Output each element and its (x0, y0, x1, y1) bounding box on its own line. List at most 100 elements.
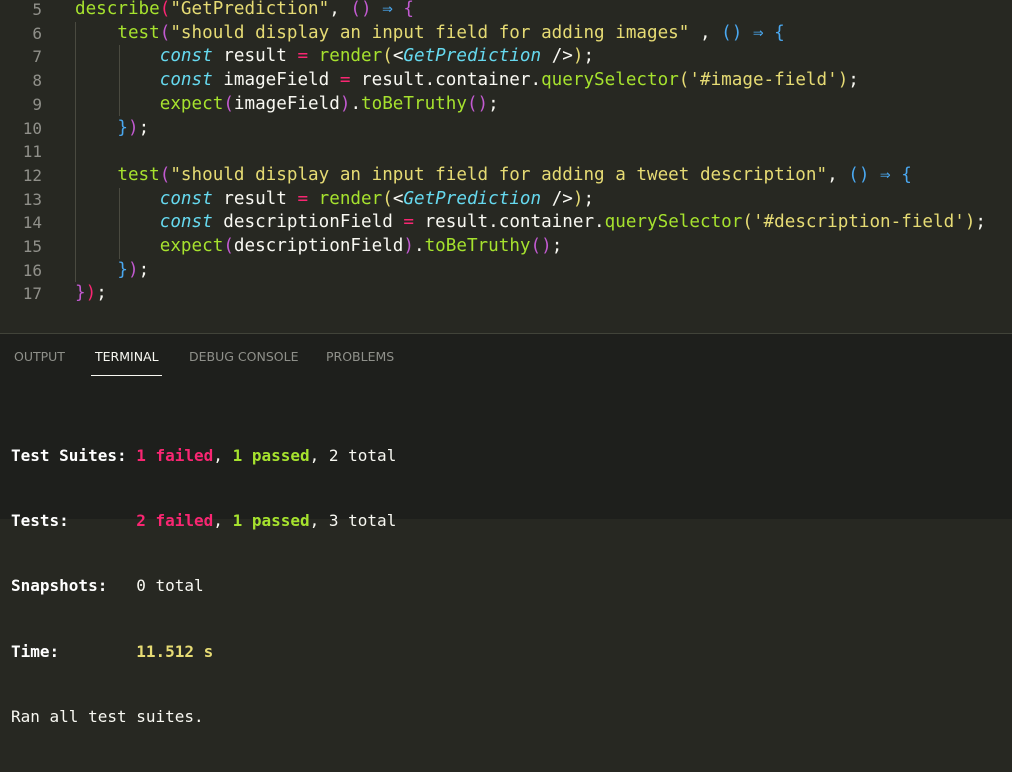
code-token: const (159, 188, 213, 209)
code-token: ) (964, 212, 976, 233)
code-token: ) (127, 117, 139, 138)
code-token: ) (572, 188, 584, 209)
code-line[interactable]: 10 }); (0, 117, 1012, 141)
code-token: , (329, 0, 351, 19)
line-number: 11 (22, 142, 42, 162)
code-line[interactable]: 8 const imageField = result.container.qu… (0, 69, 1012, 93)
code-token: ) (403, 236, 414, 256)
code-token: . (350, 93, 362, 114)
code-line[interactable]: 15 expect(descriptionField).toBeTruthy()… (0, 235, 1012, 259)
terminal-line-tests: Tests: 2 failed, 1 passed, 3 total (11, 510, 396, 532)
code-line[interactable]: 13 const result = render(<GetPrediction … (0, 188, 1012, 212)
code-token: imageField (233, 93, 340, 114)
tab-output[interactable]: OUTPUT (14, 349, 65, 364)
code-content: expect(imageField).toBeTruthy(); (75, 93, 499, 117)
code-line[interactable]: 16 }); (0, 259, 1012, 283)
code-token: "should display an input field for addin… (170, 22, 690, 43)
code-token: ; (975, 212, 986, 233)
code-token: const (159, 212, 213, 233)
code-token: '#image-field' (689, 70, 838, 91)
code-line[interactable]: 7 const result = render(<GetPrediction /… (0, 45, 1012, 69)
code-token: result (212, 46, 298, 67)
code-token: ; (583, 188, 595, 209)
code-token: /> (541, 46, 573, 67)
snapshots-label: Snapshots: (11, 576, 108, 596)
snapshots-total: 0 total (136, 576, 204, 596)
code-content: const result = render(<GetPrediction />)… (75, 45, 594, 69)
code-token: descriptionField (233, 236, 404, 256)
code-line[interactable]: 17}); (0, 282, 1012, 306)
panel-tabs: OUTPUT TERMINAL DEBUG CONSOLE PROBLEMS (0, 334, 1012, 378)
code-token: ; (96, 283, 107, 304)
separator: , (213, 510, 233, 530)
code-content: }); (75, 282, 107, 306)
code-token: ⇒ (752, 22, 764, 43)
code-token: ) (85, 283, 97, 304)
tests-label: Tests: (11, 510, 69, 530)
code-token: < (392, 46, 404, 67)
code-token: } (75, 283, 86, 304)
terminal-line-ran: Ran all test suites. (11, 706, 396, 728)
code-token: = (403, 212, 414, 233)
code-token: } (117, 259, 128, 280)
code-content: }); (75, 259, 149, 283)
code-token: '#description-field' (752, 212, 965, 233)
tab-problems[interactable]: PROBLEMS (326, 349, 394, 364)
code-token: . (413, 236, 425, 256)
terminal-output[interactable]: Test Suites: 1 failed, 1 passed, 2 total… (11, 401, 396, 772)
code-token: ; (138, 117, 150, 138)
terminal-line-snapshots: Snapshots: 0 total (11, 575, 396, 597)
code-line[interactable]: 14 const descriptionField = result.conta… (0, 211, 1012, 235)
code-token: ; (848, 70, 859, 91)
code-token: GetPrediction (403, 46, 542, 67)
line-number: 5 (32, 0, 42, 19)
code-token: ⇒ (382, 0, 393, 19)
code-token: expect (159, 236, 224, 256)
code-token: = (297, 188, 309, 209)
code-token: toBeTruthy (361, 93, 467, 114)
code-token: render (318, 188, 383, 209)
code-content: describe("GetPrediction", () ⇒ { (75, 0, 414, 22)
code-token: ( (742, 212, 753, 233)
code-content: expect(descriptionField).toBeTruthy(); (75, 235, 563, 259)
code-content: }); (75, 117, 149, 141)
code-line[interactable]: 9 expect(imageField).toBeTruthy(); (0, 93, 1012, 117)
code-token: const (159, 70, 213, 91)
suites-label: Test Suites: (11, 445, 127, 465)
code-token: querySelector (604, 212, 743, 233)
code-token: descriptionField (212, 212, 404, 233)
code-token: ( (382, 188, 393, 209)
code-line[interactable]: 5 describe("GetPrediction", () ⇒ { (0, 0, 1012, 22)
suites-total: 2 total (328, 445, 397, 465)
code-line[interactable]: 6 test("should display an input field fo… (0, 22, 1012, 46)
code-token: ( (223, 93, 234, 114)
line-number: 15 (22, 237, 42, 256)
code-token: ( (382, 46, 393, 67)
suites-failed: 1 failed (136, 445, 214, 465)
code-token: result.container. (413, 212, 605, 233)
line-number: 14 (22, 213, 42, 233)
terminal-line-suites: Test Suites: 1 failed, 1 passed, 2 total (11, 445, 396, 467)
bottom-panel: OUTPUT TERMINAL DEBUG CONSOLE PROBLEMS T… (0, 333, 1012, 726)
time-label: Time: (11, 641, 60, 661)
code-token: ) (127, 259, 139, 280)
tab-debug-console[interactable]: DEBUG CONSOLE (189, 349, 298, 364)
tab-terminal[interactable]: TERMINAL (95, 349, 159, 364)
code-token: < (392, 188, 404, 209)
code-token: ) (837, 70, 849, 91)
code-editor[interactable]: 5 describe("GetPrediction", () ⇒ {6 test(… (0, 0, 1012, 333)
code-content: const descriptionField = result.containe… (75, 211, 986, 235)
code-line[interactable]: 11 (0, 140, 1012, 164)
code-line[interactable]: 12 test("should display an input field f… (0, 164, 1012, 188)
